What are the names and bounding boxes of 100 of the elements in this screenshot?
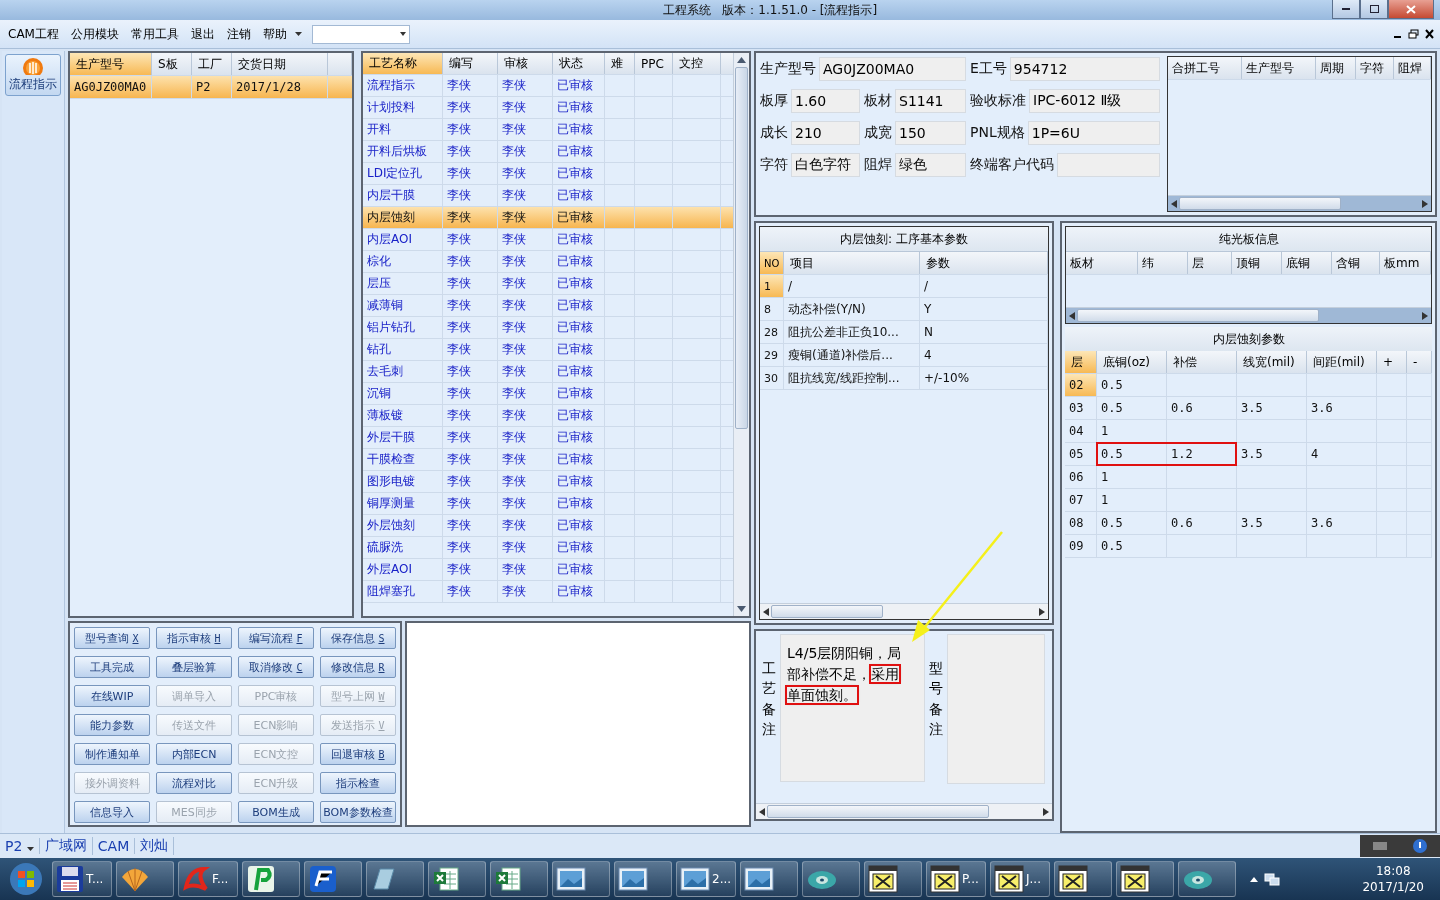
table-cell[interactable]: 0.5 <box>1097 374 1167 396</box>
taskbar-button[interactable]: J... <box>990 861 1050 897</box>
column-header[interactable]: 工厂 <box>192 53 232 75</box>
process-row[interactable]: 棕化 李侠 李侠 已审核 <box>363 251 734 273</box>
taskbar-button[interactable] <box>366 861 424 897</box>
column-header[interactable]: 生产型号 <box>1242 57 1316 79</box>
table-cell[interactable]: 06 <box>1065 466 1097 488</box>
scroll-up-icon[interactable] <box>737 57 746 63</box>
table-cell[interactable]: 1 <box>1097 466 1167 488</box>
action-button[interactable]: 信息导入 <box>74 801 150 823</box>
scroll-left-icon[interactable] <box>1171 199 1177 208</box>
horizontal-scrollbar[interactable] <box>1066 307 1431 323</box>
scroll-down-icon[interactable] <box>737 606 746 612</box>
mdi-restore-icon[interactable] <box>1408 29 1420 39</box>
taskbar-button[interactable] <box>802 861 860 897</box>
taskbar-button[interactable] <box>428 861 486 897</box>
table-cell[interactable]: 3.6 <box>1307 512 1377 534</box>
menu-item[interactable]: 退出 <box>186 23 219 45</box>
table-cell[interactable]: / <box>784 275 920 297</box>
taskbar-button[interactable]: F... <box>178 861 238 897</box>
column-header[interactable]: 审核 <box>498 53 553 74</box>
taskbar-button[interactable] <box>864 861 922 897</box>
process-row[interactable]: 去毛刺 李侠 李侠 已审核 <box>363 361 734 383</box>
taskbar-button[interactable] <box>304 861 362 897</box>
scroll-left-icon[interactable] <box>759 807 765 816</box>
column-header[interactable]: 板mm <box>1380 252 1431 274</box>
column-header[interactable]: 工艺名称 <box>363 53 443 74</box>
scroll-thumb[interactable] <box>735 67 748 429</box>
process-row[interactable]: 铜厚测量 李侠 李侠 已审核 <box>363 493 734 515</box>
column-header[interactable]: + <box>1377 351 1407 373</box>
table-cell[interactable]: 阻抗线宽/线距控制... <box>784 367 920 389</box>
process-row[interactable]: 计划投料 李侠 李侠 已审核 <box>363 97 734 119</box>
table-cell[interactable]: 0.5 <box>1097 512 1167 534</box>
horizontal-scrollbar[interactable] <box>1168 195 1431 211</box>
taskbar-button[interactable]: 2... <box>676 861 736 897</box>
process-row[interactable]: 外层干膜 李侠 李侠 已审核 <box>363 427 734 449</box>
table-cell[interactable]: 3.6 <box>1307 397 1377 419</box>
table-cell[interactable]: 30 <box>760 367 784 389</box>
table-cell[interactable]: 0.5 <box>1097 397 1167 419</box>
taskbar-button[interactable] <box>116 861 174 897</box>
column-header[interactable]: 项目 <box>784 252 920 274</box>
table-cell[interactable]: 0.5 <box>1097 443 1167 465</box>
menu-item[interactable]: CAM工程 <box>4 23 63 45</box>
table-cell[interactable]: 4 <box>920 344 1048 366</box>
action-button[interactable]: BOM生成 <box>238 801 314 823</box>
scroll-thumb[interactable] <box>1077 309 1319 322</box>
action-button[interactable]: 流程对比 <box>156 772 232 794</box>
table-cell[interactable]: 05 <box>1065 443 1097 465</box>
table-cell[interactable]: 04 <box>1065 420 1097 442</box>
action-button[interactable]: 回退审核 B <box>320 743 396 765</box>
column-header[interactable]: PPC <box>635 53 673 74</box>
table-cell[interactable]: 3.5 <box>1237 512 1307 534</box>
network-icon[interactable] <box>1264 871 1280 887</box>
action-button[interactable]: 型号查询 X <box>74 627 150 649</box>
column-header[interactable]: - <box>1407 351 1432 373</box>
column-header[interactable]: 顶铜 <box>1232 252 1282 274</box>
table-cell[interactable]: 08 <box>1065 512 1097 534</box>
taskbar-button[interactable] <box>242 861 300 897</box>
process-row[interactable]: 外层蚀刻 李侠 李侠 已审核 <box>363 515 734 537</box>
close-button[interactable] <box>1388 0 1434 19</box>
table-cell[interactable]: +/-10% <box>920 367 1048 389</box>
table-cell[interactable]: Y <box>920 298 1048 320</box>
table-cell[interactable]: 3.5 <box>1237 397 1307 419</box>
process-row[interactable]: 铝片钻孔 李侠 李侠 已审核 <box>363 317 734 339</box>
action-button[interactable]: 制作通知单 <box>74 743 150 765</box>
table-cell[interactable]: 09 <box>1065 535 1097 557</box>
process-row[interactable]: 沉铜 李侠 李侠 已审核 <box>363 383 734 405</box>
table-cell[interactable]: 动态补偿(Y/N) <box>784 298 920 320</box>
process-row[interactable]: 干膜检查 李侠 李侠 已审核 <box>363 449 734 471</box>
scroll-left-icon[interactable] <box>1069 311 1075 320</box>
menu-item[interactable]: 注销 <box>222 23 255 45</box>
column-header[interactable]: 文控 <box>673 53 721 74</box>
action-button[interactable]: 修改信息 R <box>320 656 396 678</box>
model-note-field[interactable] <box>947 634 1045 784</box>
action-button[interactable]: 叠层验算 <box>156 656 232 678</box>
nav-button[interactable]: 流程指示 <box>5 54 61 96</box>
column-header[interactable]: 底铜(oz) <box>1097 351 1167 373</box>
dropdown-arrow-icon[interactable] <box>294 32 302 36</box>
column-header[interactable]: 纬 <box>1138 252 1188 274</box>
column-header[interactable]: NO <box>760 252 784 274</box>
process-row[interactable]: 减薄铜 李侠 李侠 已审核 <box>363 295 734 317</box>
process-row[interactable]: 硫脲洗 李侠 李侠 已审核 <box>363 537 734 559</box>
column-header[interactable]: 阻焊 <box>1394 57 1431 79</box>
process-row[interactable]: 层压 李侠 李侠 已审核 <box>363 273 734 295</box>
taskbar-button[interactable] <box>1116 861 1174 897</box>
action-button[interactable]: 取消修改 C <box>238 656 314 678</box>
taskbar-button[interactable]: P... <box>926 861 986 897</box>
table-cell[interactable]: 8 <box>760 298 784 320</box>
taskbar-button[interactable] <box>552 861 610 897</box>
column-header[interactable]: 字符 <box>1356 57 1394 79</box>
taskbar-button[interactable] <box>740 861 798 897</box>
table-cell[interactable]: 0.5 <box>1097 535 1167 557</box>
process-row[interactable]: 内层AOI 李侠 李侠 已审核 <box>363 229 734 251</box>
taskbar-button[interactable] <box>490 861 548 897</box>
scroll-left-icon[interactable] <box>763 607 769 616</box>
maximize-button[interactable] <box>1360 0 1388 19</box>
clock[interactable]: 18:08 2017/1/20 <box>1362 864 1436 894</box>
scroll-right-icon[interactable] <box>1422 311 1428 320</box>
action-button[interactable]: 编写流程 F <box>238 627 314 649</box>
column-header[interactable]: 层 <box>1065 351 1097 373</box>
